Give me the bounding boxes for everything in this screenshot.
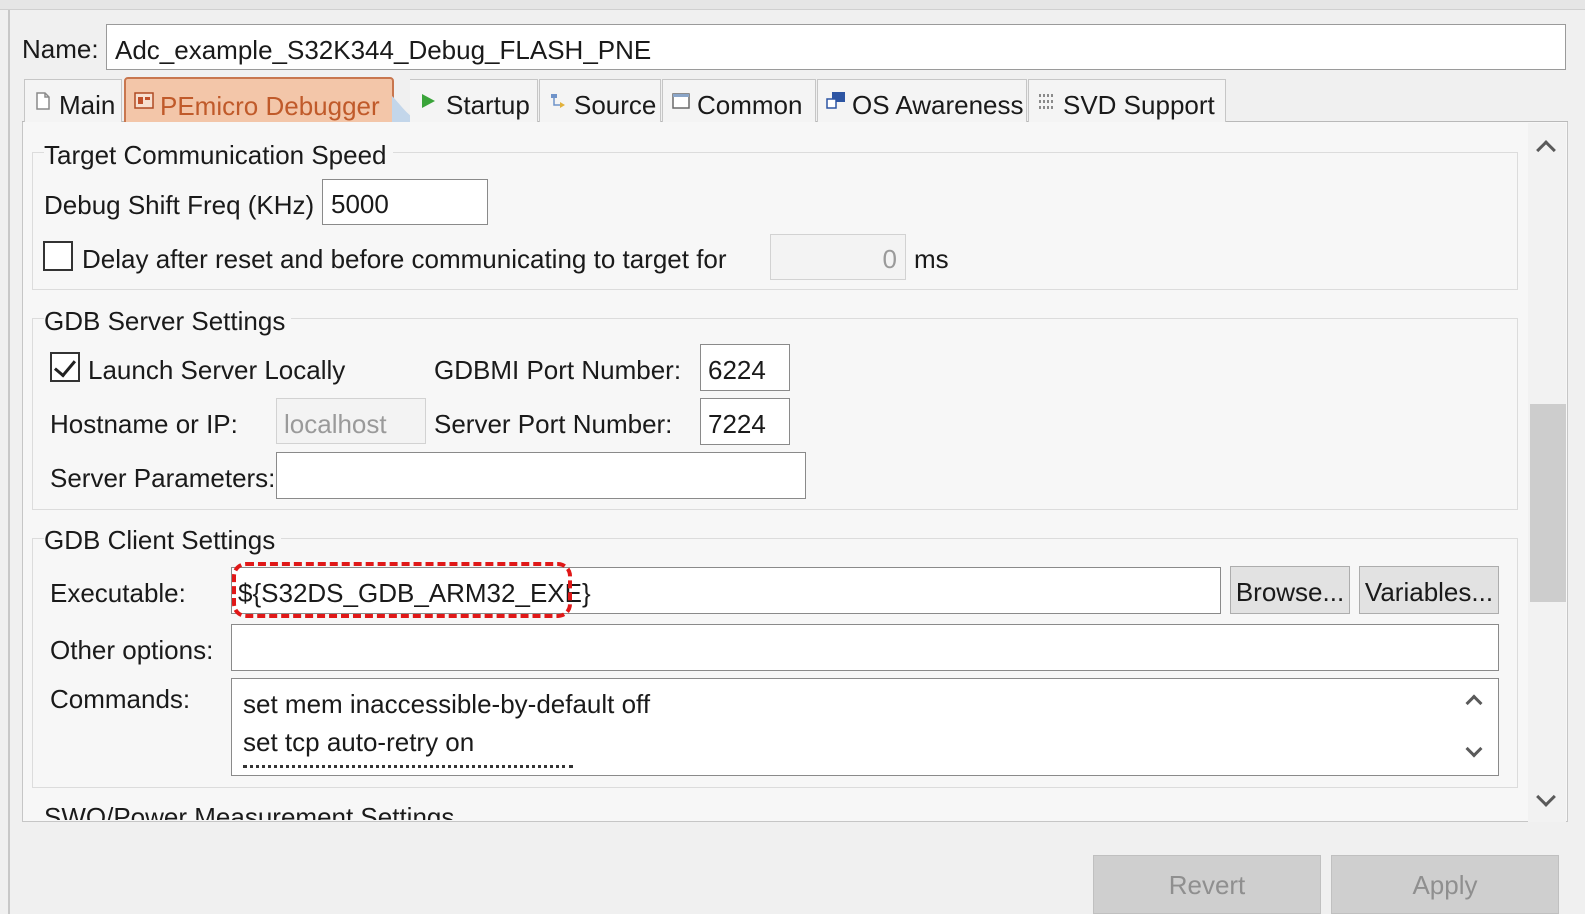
gdb-client-title: GDB Client Settings — [44, 527, 282, 553]
browse-button[interactable]: Browse... — [1230, 566, 1350, 614]
window-top-edge — [0, 0, 1585, 10]
panel-scrollbar-thumb[interactable] — [1530, 404, 1566, 602]
checkmark-icon — [53, 354, 77, 378]
play-icon — [422, 94, 435, 108]
gdbmi-port-input[interactable]: 6224 — [700, 344, 790, 391]
name-label: Name: — [22, 34, 99, 64]
gdbmi-port-value: 6224 — [708, 355, 766, 385]
apply-button[interactable]: Apply — [1331, 855, 1559, 914]
debugger-icon — [134, 92, 154, 109]
source-icon — [551, 94, 565, 108]
command-line: set mem inaccessible-by-default off — [243, 689, 651, 719]
target-communication-title: Target Communication Speed — [44, 142, 393, 168]
variables-button[interactable]: Variables... — [1359, 566, 1499, 614]
server-port-label: Server Port Number: — [434, 409, 673, 439]
command-line-clipped — [243, 765, 573, 771]
delay-ms-input[interactable]: 0 — [770, 234, 906, 280]
tab-startup-label: Startup — [446, 90, 530, 120]
other-options-input[interactable] — [231, 624, 1499, 671]
debug-shift-freq-input[interactable]: 5000 — [322, 179, 488, 225]
tab-startup[interactable]: Startup — [410, 79, 538, 123]
tab-os-awareness[interactable]: OS Awareness — [817, 79, 1027, 123]
variables-button-label: Variables... — [1364, 577, 1494, 607]
swo-power-title: SWO/Power Measurement Settings — [44, 802, 455, 820]
tab-os-awareness-label: OS Awareness — [852, 90, 1024, 120]
commands-scroll-up[interactable] — [1460, 687, 1488, 713]
launch-server-locally-label: Launch Server Locally — [88, 355, 346, 385]
server-parameters-input[interactable] — [276, 452, 806, 499]
window-left-edge — [8, 10, 10, 914]
browse-button-label: Browse... — [1235, 577, 1345, 607]
gdb-server-title: GDB Server Settings — [44, 308, 292, 334]
revert-button-label: Revert — [1168, 870, 1246, 900]
tab-svd-support[interactable]: SVD Support — [1028, 79, 1226, 123]
os-icon — [826, 92, 845, 109]
command-line: set tcp auto-retry on — [243, 727, 475, 757]
hostname-input[interactable]: localhost — [276, 398, 426, 444]
tab-pemicro-debugger[interactable]: PEmicro Debugger — [124, 77, 394, 125]
config-name-input[interactable]: Adc_example_S32K344_Debug_FLASH_PNE — [106, 24, 1566, 70]
tab-common-label: Common — [697, 90, 803, 120]
hostname-value: localhost — [284, 409, 387, 439]
executable-label: Executable: — [50, 578, 186, 608]
executable-highlight-annotation — [232, 562, 572, 618]
chevron-down-icon — [1536, 787, 1556, 807]
commands-textarea[interactable]: set mem inaccessible-by-default off set … — [231, 678, 1499, 776]
revert-button[interactable]: Revert — [1093, 855, 1321, 914]
tab-common[interactable]: Common — [662, 79, 816, 123]
hostname-label: Hostname or IP: — [50, 409, 238, 439]
tab-svd-support-label: SVD Support — [1063, 90, 1215, 120]
tab-main[interactable]: Main — [24, 79, 122, 123]
launch-server-locally-checkbox[interactable] — [50, 352, 80, 382]
debug-shift-freq-label: Debug Shift Freq (KHz) — [44, 190, 315, 220]
register-icon — [1039, 94, 1053, 109]
delay-unit-label: ms — [914, 244, 949, 274]
commands-scroll-down[interactable] — [1460, 740, 1488, 767]
apply-button-label: Apply — [1412, 870, 1478, 900]
chevron-up-icon — [1536, 140, 1556, 160]
gdbmi-port-label: GDBMI Port Number: — [434, 355, 682, 385]
other-options-label: Other options: — [50, 635, 214, 665]
swo-section-clip: SWO/Power Measurement Settings — [24, 796, 1524, 820]
server-port-value: 7224 — [708, 409, 766, 439]
config-name-value: Adc_example_S32K344_Debug_FLASH_PNE — [115, 35, 652, 65]
delay-after-reset-checkbox[interactable] — [43, 241, 73, 271]
chevron-up-icon — [1465, 694, 1483, 712]
server-parameters-label: Server Parameters: — [50, 463, 276, 493]
tab-main-label: Main — [59, 90, 116, 120]
document-icon — [36, 92, 50, 110]
window-icon — [672, 93, 690, 109]
tab-source-label: Source — [574, 90, 657, 120]
chevron-down-icon — [1465, 740, 1483, 758]
scroll-down-button[interactable] — [1530, 787, 1562, 814]
tab-source[interactable]: Source — [539, 79, 661, 123]
server-port-input[interactable]: 7224 — [700, 398, 790, 445]
delay-ms-value: 0 — [882, 244, 897, 274]
tab-pemicro-label: PEmicro Debugger — [160, 91, 380, 121]
delay-after-reset-label: Delay after reset and before communicati… — [82, 244, 727, 274]
debug-shift-freq-value: 5000 — [331, 189, 389, 219]
commands-label: Commands: — [50, 684, 191, 714]
scroll-up-button[interactable] — [1530, 133, 1562, 160]
